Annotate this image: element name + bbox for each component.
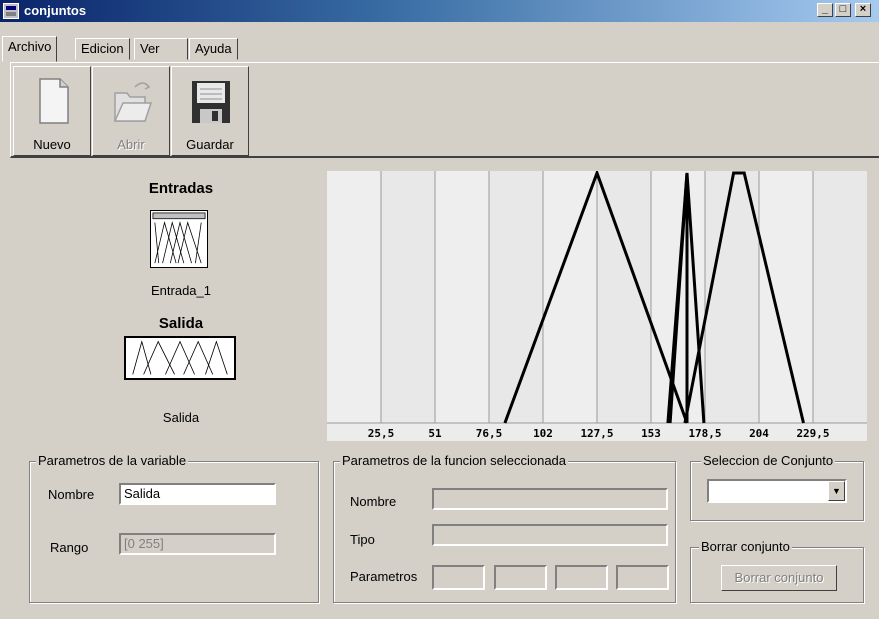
window-title: conjuntos	[24, 3, 87, 18]
x-tick-label: 127,5	[580, 427, 613, 440]
save-disk-icon	[192, 81, 230, 123]
x-tick-label: 25,5	[368, 427, 395, 440]
new-file-icon	[39, 78, 69, 124]
x-tick-label: 76,5	[476, 427, 503, 440]
chart-band	[327, 171, 381, 423]
title-bar: conjuntos _ □ ×	[0, 0, 879, 22]
delete-set-group: Borrar conjunto Borrar conjunto	[690, 539, 864, 603]
function-params-title: Parametros de la funcion seleccionada	[340, 453, 569, 468]
abrir-label: Abrir	[117, 137, 145, 152]
param-field-3[interactable]	[555, 565, 608, 590]
chart-band	[381, 171, 435, 423]
menu-bar: Archivo Edicion Ver Ayuda	[0, 22, 879, 64]
x-tick-label: 153	[641, 427, 661, 440]
delete-set-button[interactable]: Borrar conjunto	[721, 565, 837, 591]
param-field-1[interactable]	[432, 565, 485, 590]
function-params-group: Parametros de la funcion seleccionada No…	[333, 453, 676, 603]
x-tick-label: 102	[533, 427, 553, 440]
nuevo-button[interactable]: Nuevo	[13, 66, 91, 156]
guardar-label: Guardar	[186, 137, 234, 152]
set-selection-group: Seleccion de Conjunto ▼	[690, 453, 864, 521]
app-icon	[3, 3, 19, 19]
output-heading: Salida	[158, 315, 204, 332]
variable-params-title: Parametros de la variable	[36, 453, 189, 468]
tipo-label: Tipo	[350, 532, 375, 547]
minimize-button[interactable]: _	[817, 3, 833, 17]
abrir-button[interactable]: Abrir	[92, 66, 170, 156]
nuevo-label: Nuevo	[33, 137, 71, 152]
menu-ayuda[interactable]: Ayuda	[189, 38, 238, 60]
menu-ver[interactable]: Ver	[134, 38, 188, 60]
chevron-down-icon[interactable]: ▼	[828, 481, 845, 501]
menu-archivo[interactable]: Archivo	[2, 36, 58, 62]
chart-band	[813, 171, 867, 423]
set-selection-title: Seleccion de Conjunto	[701, 453, 836, 468]
nombre-label: Nombre	[48, 487, 95, 502]
chart-band	[489, 171, 543, 423]
input-variable-name: Entrada_1	[151, 283, 211, 298]
x-tick-label: 204	[749, 427, 769, 440]
chart-band	[435, 171, 489, 423]
set-select-dropdown[interactable]: ▼	[707, 479, 847, 503]
variable-name-field[interactable]: Salida	[119, 483, 276, 505]
x-tick-label: 178,5	[688, 427, 721, 440]
function-name-field[interactable]	[432, 488, 668, 510]
open-folder-icon	[113, 82, 153, 122]
param-field-4[interactable]	[616, 565, 669, 590]
input-variable-thumbnail[interactable]	[150, 210, 208, 268]
parametros-label: Parametros	[350, 569, 418, 584]
chart-band	[759, 171, 813, 423]
x-tick-label: 51	[428, 427, 442, 440]
output-variable-thumbnail[interactable]	[124, 336, 236, 380]
variable-params-group: Parametros de la variable Nombre Salida …	[29, 453, 319, 603]
param-field-2[interactable]	[494, 565, 547, 590]
chart-band	[705, 171, 759, 423]
rango-label: Rango	[50, 540, 89, 555]
x-tick-label: 229,5	[796, 427, 829, 440]
guardar-button[interactable]: Guardar	[171, 66, 249, 156]
output-variable-name: Salida	[162, 410, 200, 425]
inputs-heading: Entradas	[148, 180, 214, 197]
maximize-button[interactable]: □	[835, 3, 851, 17]
menu-edicion[interactable]: Edicion	[75, 38, 130, 60]
close-button[interactable]: ×	[855, 3, 871, 17]
toolbar: Nuevo Abrir Guardar	[10, 62, 879, 158]
delete-set-title: Borrar conjunto	[699, 539, 792, 554]
function-type-field[interactable]	[432, 524, 668, 546]
function-nombre-label: Nombre	[350, 494, 397, 509]
range-field[interactable]: [0 255]	[119, 533, 276, 555]
membership-function-chart[interactable]: 25,5 51 76,5 102 127,5 153 178,5 204 229,5	[327, 171, 867, 441]
